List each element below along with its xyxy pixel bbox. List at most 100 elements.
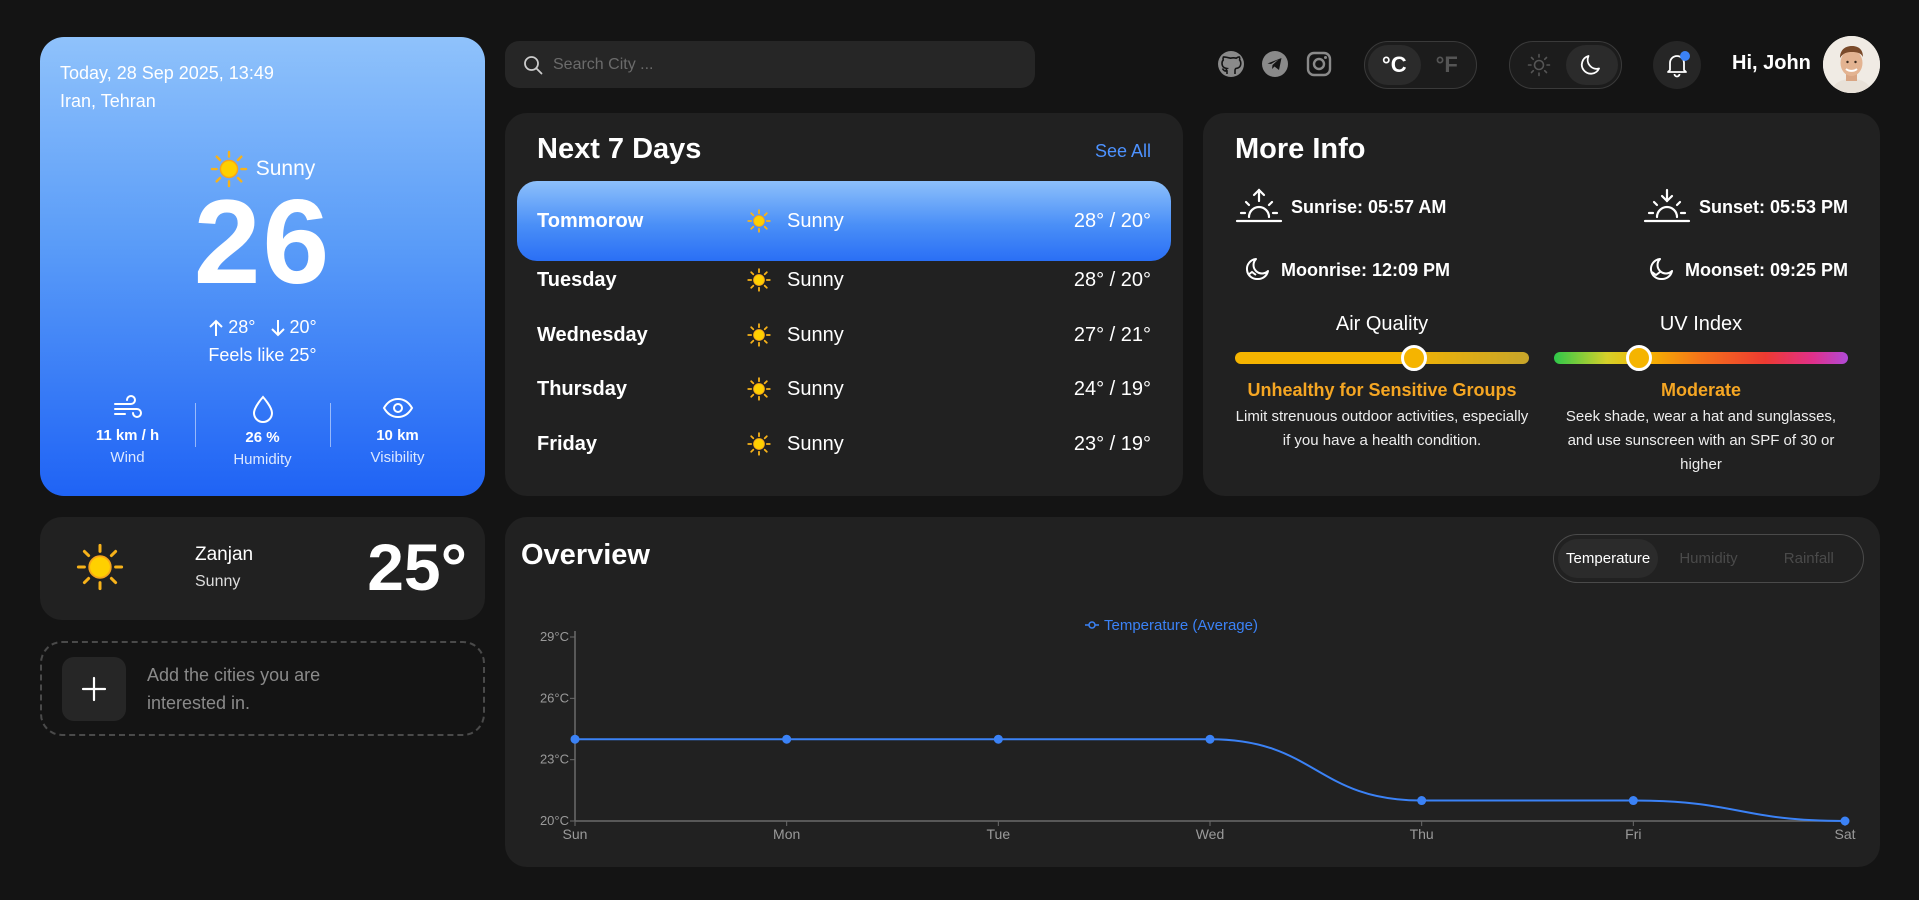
dark-mode-option[interactable] [1565,45,1618,85]
more-info-title: More Info [1235,133,1366,165]
forecast-row[interactable]: Tommorow Sunny 28° / 20° [517,181,1171,261]
uv-index-bar [1554,352,1848,364]
moonrise-item: Moonrise: 12:09 PM [1243,255,1450,285]
y-tick-label: 29°C [540,629,569,644]
sunset-item: Sunset: 05:53 PM [1643,187,1848,227]
legend-label: Temperature (Average) [1104,617,1258,634]
uv-index-title: UV Index [1659,313,1743,335]
forecast-row[interactable]: Tuesday Sunny 28° / 20° [517,252,1171,308]
arrow-down-icon [270,319,285,336]
search-bar[interactable] [505,41,1035,88]
data-point [1840,816,1850,826]
moonset-icon [1649,258,1673,281]
air-quality-marker [1401,345,1428,371]
wind-value: 11 km / h [95,427,160,444]
current-stats: 11 km / h Wind 26 % Humidity 10 km Visib… [40,395,485,468]
theme-toggle[interactable] [1509,41,1622,89]
avatar[interactable] [1823,36,1880,93]
low-temp: 20° [289,317,317,337]
data-point [570,734,580,744]
user-greeting: Hi, John [1732,52,1811,74]
humidity-label: Humidity [233,451,292,468]
moonrise-icon [1246,258,1269,281]
forecast-condition: Sunny [787,432,844,455]
add-city-text: Add the cities you are interested in. [147,665,321,713]
notifications-button[interactable] [1653,41,1701,89]
fahrenheit-option[interactable]: °F [1421,45,1474,85]
sun-icon [747,377,787,401]
arrow-up-icon [209,319,223,336]
see-all-link[interactable]: See All [1095,141,1151,162]
current-date: Today, 28 Sep 2025, 13:49 [60,63,274,83]
instagram-link[interactable] [1304,49,1334,79]
celsius-option[interactable]: °C [1368,45,1421,85]
wind-label: Wind [110,449,145,466]
visibility-label: Visibility [370,449,425,466]
humidity-value: 26 % [245,429,280,446]
air-quality-status: Unhealthy for Sensitive Groups [1247,380,1517,400]
sun-icon [76,543,124,591]
sunrise-icon [1235,188,1283,223]
forecast-range: 28° / 20° [1073,209,1151,232]
plus-icon [81,676,107,702]
forecast-card: Next 7 Days See All Tommorow Sunny 28° /… [505,113,1183,496]
search-icon [524,55,543,74]
data-point [1628,796,1638,806]
sunrise-item: Sunrise: 05:57 AM [1235,187,1446,227]
sunrise-text: Sunrise: 05:57 AM [1291,196,1447,217]
sun-icon [747,268,787,292]
data-point [1417,796,1427,806]
avatar-image [1823,36,1880,93]
sun-icon [747,432,787,456]
sunset-icon [1643,188,1691,223]
data-point [1205,734,1215,744]
x-tick-label: Mon [773,826,800,842]
current-temperature: 26 [193,175,332,309]
saved-city-card[interactable]: Zanjan Sunny 25° [40,517,485,620]
light-mode-option[interactable] [1513,45,1566,85]
instagram-icon [1306,51,1332,77]
forecast-row[interactable]: Friday Sunny 23° / 19° [517,416,1171,472]
stat-visibility: 10 km Visibility [330,395,465,468]
forecast-range: 23° / 19° [1073,432,1151,455]
github-icon [1218,51,1244,77]
unit-toggle[interactable]: °C °F [1364,41,1477,89]
forecast-title: Next 7 Days [537,133,702,165]
stat-humidity: 26 % Humidity [195,395,330,468]
x-tick-label: Thu [1410,826,1434,842]
stat-wind: 11 km / h Wind [60,395,195,468]
forecast-range: 24° / 19° [1073,377,1151,400]
eye-icon [382,397,413,419]
forecast-condition: Sunny [787,268,844,291]
forecast-day: Tommorow [537,209,644,232]
uv-index-description: Seek shade, wear a hat and sunglasses, a… [1565,408,1837,473]
add-city-button[interactable] [62,657,126,721]
x-tick-label: Tue [987,826,1011,842]
sun-icon [747,209,787,233]
telegram-link[interactable] [1260,49,1290,79]
search-input[interactable] [553,55,1003,74]
social-links [1216,49,1334,79]
github-link[interactable] [1216,49,1246,79]
visibility-value: 10 km [376,427,419,444]
high-low: 28° 20° [40,317,485,338]
saved-city-temp: 25° [367,530,467,604]
x-tick-label: Fri [1625,826,1641,842]
forecast-range: 27° / 21° [1073,323,1151,346]
droplet-icon [252,395,273,423]
air-quality-title: Air Quality [1335,313,1429,335]
forecast-condition: Sunny [787,377,844,400]
uv-index-status: Moderate [1660,380,1741,400]
forecast-row[interactable]: Wednesday Sunny 27° / 21° [517,307,1171,363]
moonset-item: Moonset: 09:25 PM [1647,255,1848,285]
add-city-card[interactable]: Add the cities you are interested in. [40,641,485,736]
moonrise-text: Moonrise: 12:09 PM [1281,259,1451,280]
notification-dot [1680,51,1690,61]
air-quality-description: Limit strenuous outdoor activities, espe… [1235,408,1529,449]
forecast-day: Friday [537,432,598,455]
forecast-row[interactable]: Thursday Sunny 24° / 19° [517,361,1171,417]
feels-like: Feels like 25° [208,345,317,365]
y-tick-label: 23°C [540,752,569,767]
saved-city-name: Zanjan [195,544,254,565]
forecast-condition: Sunny [787,209,844,232]
